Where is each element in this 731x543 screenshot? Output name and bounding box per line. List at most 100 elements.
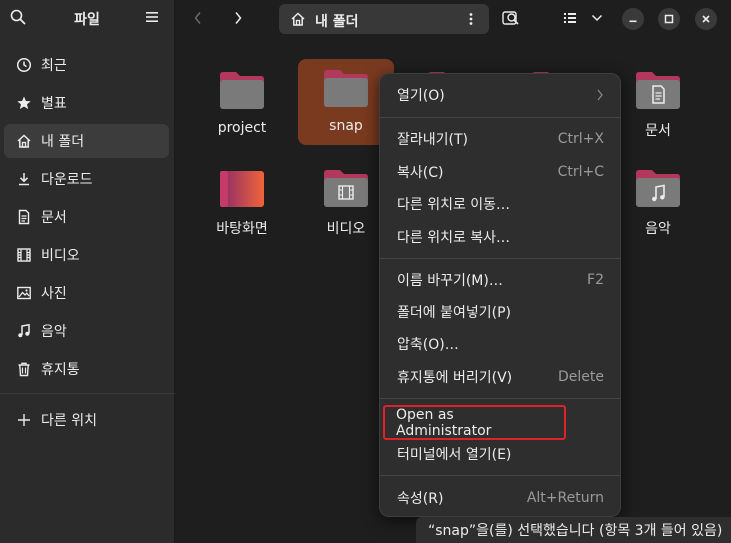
sidebar-item-label: 다운로드 xyxy=(41,172,93,188)
sidebar-item-other-locations[interactable]: 다른 위치 xyxy=(4,403,169,437)
sidebar-separator xyxy=(0,393,175,394)
file-name: 음악 xyxy=(645,221,671,237)
context-menu: 열기(O) 잘라내기(T) Ctrl+X 복사(C) Ctrl+C 다른 위치로… xyxy=(379,73,621,517)
menu-item-shortcut: Alt+Return xyxy=(526,490,604,506)
sidebar-item-documents[interactable]: 문서 xyxy=(4,200,169,234)
folder-icon xyxy=(220,72,264,109)
file-name: 문서 xyxy=(645,123,671,139)
menu-item-label: 폴더에 붙여넣기(P) xyxy=(397,305,511,321)
menu-item-cut[interactable]: 잘라내기(T) Ctrl+X xyxy=(386,123,616,155)
star-icon xyxy=(15,94,33,112)
menu-separator xyxy=(380,117,620,118)
minimize-icon xyxy=(629,20,637,23)
menu-item-copy-to[interactable]: 다른 위치로 복사… xyxy=(386,221,616,253)
sidebar-item-label: 휴지통 xyxy=(41,362,80,378)
sidebar-item-label: 별표 xyxy=(41,96,67,112)
path-bar[interactable]: 내 폴더 xyxy=(279,4,489,34)
sidebar-item-music[interactable]: 음악 xyxy=(4,314,169,348)
menu-item-label: Open as Administrator xyxy=(396,406,492,439)
home-icon xyxy=(291,12,305,26)
list-view-icon xyxy=(564,13,576,23)
desktop-folder-icon xyxy=(220,171,264,207)
menu-item-label: 복사(C) xyxy=(397,165,444,181)
sidebar-item-home[interactable]: 내 폴더 xyxy=(4,124,169,158)
sidebar-item-label: 최근 xyxy=(41,58,67,74)
sidebar-item-label: 문서 xyxy=(41,210,67,226)
menu-separator xyxy=(380,398,620,399)
forward-button[interactable] xyxy=(226,7,250,29)
menu-item-open-in-terminal[interactable]: 터미널에서 열기(E) xyxy=(386,438,616,470)
menu-item-paste-into-folder[interactable]: 폴더에 붙여넣기(P) xyxy=(386,296,616,328)
document-icon xyxy=(15,208,33,226)
search-icon xyxy=(502,11,519,25)
path-label: 내 폴더 xyxy=(315,14,359,30)
menu-item-shortcut: Delete xyxy=(558,369,604,385)
chevron-left-icon xyxy=(194,12,201,24)
menu-item-open-as-administrator[interactable]: Open as Administrator xyxy=(383,405,566,440)
sidebar: 파일 최근 별표 내 폴더 다운로드 문서 비디오 사진 음악 휴지통 다른 위… xyxy=(0,0,175,543)
menu-item-label: 다른 위치로 이동… xyxy=(397,197,511,213)
menu-item-move-to[interactable]: 다른 위치로 이동… xyxy=(386,188,616,220)
clock-icon xyxy=(15,56,33,74)
close-icon xyxy=(702,15,710,23)
kebab-menu-icon[interactable] xyxy=(463,11,479,27)
close-button[interactable] xyxy=(695,8,717,30)
chevron-down-icon xyxy=(591,14,603,22)
maximize-icon xyxy=(664,14,674,24)
menu-item-open[interactable]: 열기(O) xyxy=(386,79,616,111)
menu-item-shortcut: Ctrl+C xyxy=(557,164,604,180)
file-name: 바탕화면 xyxy=(216,221,268,237)
documents-folder-icon xyxy=(636,72,680,109)
folder-icon xyxy=(324,70,368,107)
sidebar-item-label: 다른 위치 xyxy=(41,413,97,429)
file-item[interactable]: 음악 xyxy=(610,159,706,243)
view-options-button[interactable] xyxy=(588,7,606,29)
menu-item-label: 속성(R) xyxy=(397,491,444,507)
sidebar-item-pictures[interactable]: 사진 xyxy=(4,276,169,310)
file-item[interactable]: project xyxy=(194,61,290,145)
music-folder-icon xyxy=(636,170,680,207)
file-item[interactable]: 문서 xyxy=(610,61,706,145)
menu-item-label: 이름 바꾸기(M)… xyxy=(397,273,503,289)
menu-item-compress[interactable]: 압축(O)… xyxy=(386,328,616,360)
sidebar-item-trash[interactable]: 휴지통 xyxy=(4,352,169,386)
chevron-right-icon xyxy=(235,12,242,24)
menu-item-shortcut: Ctrl+X xyxy=(557,131,604,147)
home-icon xyxy=(15,132,33,150)
search-button[interactable] xyxy=(500,7,522,29)
selection-status: “snap”을(를) 선택했습니다 (항목 3개 들어 있음) xyxy=(416,517,731,543)
menu-item-label: 터미널에서 열기(E) xyxy=(397,447,512,463)
download-icon xyxy=(15,170,33,188)
menu-separator xyxy=(380,258,620,259)
sidebar-item-downloads[interactable]: 다운로드 xyxy=(4,162,169,196)
file-name: project xyxy=(217,120,267,136)
menu-item-label: 잘라내기(T) xyxy=(397,132,468,148)
sidebar-item-videos[interactable]: 비디오 xyxy=(4,238,169,272)
menu-item-shortcut: F2 xyxy=(587,272,604,288)
sidebar-item-label: 음악 xyxy=(41,324,67,340)
trash-icon xyxy=(15,360,33,378)
menu-item-label: 다른 위치로 복사… xyxy=(397,230,511,246)
file-item[interactable]: 바탕화면 xyxy=(194,159,290,243)
menu-item-rename[interactable]: 이름 바꾸기(M)… F2 xyxy=(386,264,616,296)
menu-item-move-to-trash[interactable]: 휴지통에 버리기(V) Delete xyxy=(386,361,616,393)
menu-item-copy[interactable]: 복사(C) Ctrl+C xyxy=(386,156,616,188)
sidebar-item-starred[interactable]: 별표 xyxy=(4,86,169,120)
minimize-button[interactable] xyxy=(622,8,644,30)
image-icon xyxy=(15,284,33,302)
sidebar-item-label: 사진 xyxy=(41,286,67,302)
maximize-button[interactable] xyxy=(658,8,680,30)
menu-item-properties[interactable]: 속성(R) Alt+Return xyxy=(386,482,616,514)
menu-item-label: 휴지통에 버리기(V) xyxy=(397,370,513,386)
menu-item-label: 열기(O) xyxy=(397,88,445,104)
plus-icon xyxy=(15,411,33,429)
chevron-right-icon xyxy=(597,89,603,101)
videos-folder-icon xyxy=(324,170,368,207)
hamburger-menu-icon[interactable] xyxy=(144,9,160,25)
back-button[interactable] xyxy=(186,7,210,29)
sidebar-item-label: 내 폴더 xyxy=(41,134,85,150)
view-list-button[interactable] xyxy=(559,7,581,29)
sidebar-item-recent[interactable]: 최근 xyxy=(4,48,169,82)
sidebar-header: 파일 xyxy=(0,0,174,36)
menu-separator xyxy=(380,475,620,476)
